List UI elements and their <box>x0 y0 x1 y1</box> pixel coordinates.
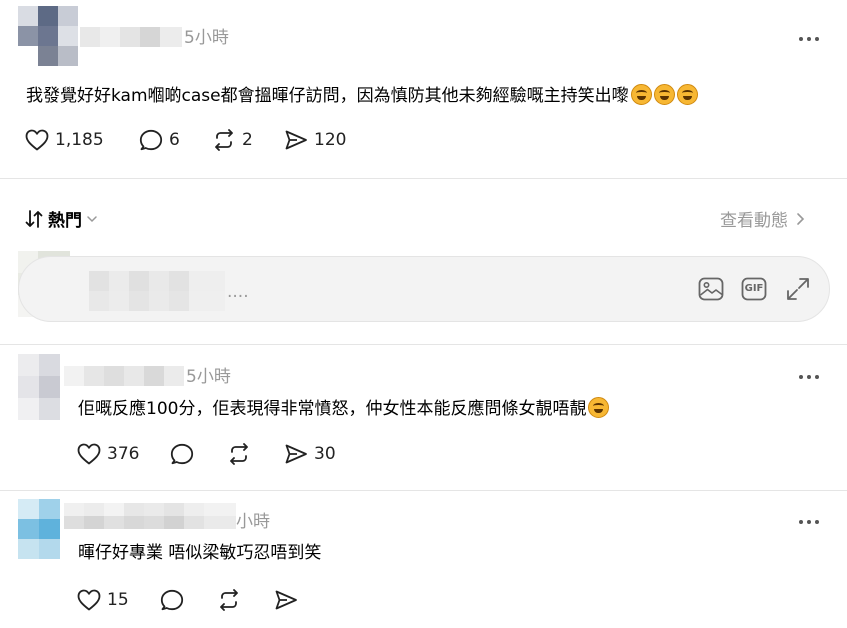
like-count: 1,185 <box>55 130 104 150</box>
share-button[interactable]: 120 <box>284 129 346 151</box>
sort-label: 熱門 <box>48 211 82 231</box>
like-button[interactable]: 376 <box>77 443 139 465</box>
repost-icon <box>220 589 238 611</box>
repost-button[interactable] <box>227 443 251 465</box>
reply-button[interactable] <box>170 443 194 465</box>
share-count: 120 <box>314 130 347 150</box>
sort-icon <box>25 209 43 228</box>
avatar[interactable] <box>18 354 60 420</box>
post-timestamp: 5小時 <box>184 28 229 48</box>
rofl-emoji-icon <box>676 84 698 105</box>
gif-icon[interactable]: GIF <box>741 277 767 301</box>
comment-text: 暉仔好專業 唔似梁敏巧忍唔到笑 <box>78 543 322 563</box>
reply-composer[interactable]: .... GIF <box>18 256 830 322</box>
more-icon[interactable] <box>796 372 822 382</box>
divider <box>0 178 847 179</box>
repost-count: 2 <box>242 130 253 150</box>
composer-username-blurred <box>89 271 225 311</box>
gif-label: GIF <box>744 283 764 294</box>
reply-icon <box>170 443 194 465</box>
expand-icon[interactable] <box>785 277 811 301</box>
comment-timestamp: 小時 <box>236 512 270 532</box>
like-count: 376 <box>107 444 140 464</box>
like-count: 15 <box>107 590 129 610</box>
share-icon <box>285 130 307 150</box>
reply-count: 6 <box>169 130 180 150</box>
share-button[interactable]: 30 <box>284 443 336 465</box>
reply-icon <box>160 589 184 611</box>
reply-button[interactable] <box>160 589 184 611</box>
rofl-emoji-icon <box>630 84 652 105</box>
like-button[interactable]: 1,185 <box>25 129 104 151</box>
chevron-down-icon <box>87 215 97 222</box>
share-icon <box>275 590 297 610</box>
post-text-line: 我發覺好好kam嗰啲case都會搵暉仔訪問，因為慎防其他未夠經驗嘅主持笑出嚟 <box>26 84 698 108</box>
repost-icon <box>215 129 233 151</box>
rofl-emoji-icon <box>588 397 610 418</box>
like-button[interactable]: 15 <box>77 589 129 611</box>
username-blurred[interactable] <box>64 503 236 529</box>
reply-button[interactable]: 6 <box>139 129 180 151</box>
repost-button[interactable] <box>217 589 241 611</box>
repost-button[interactable]: 2 <box>212 129 253 151</box>
divider <box>0 344 847 345</box>
chevron-right-icon <box>797 212 805 225</box>
sort-dropdown[interactable]: 熱門 <box>24 206 98 231</box>
share-icon <box>285 444 307 464</box>
activity-link[interactable]: 查看動態 <box>720 206 806 231</box>
heart-icon <box>77 443 101 465</box>
image-icon[interactable] <box>698 277 724 301</box>
activity-link-label: 查看動態 <box>720 211 788 231</box>
comment-timestamp: 5小時 <box>186 367 231 387</box>
share-count: 30 <box>314 444 336 464</box>
rofl-emoji-icon <box>653 84 675 105</box>
comment-text-line: 暉仔好專業 唔似梁敏巧忍唔到笑 <box>78 541 321 565</box>
composer-placeholder: .... <box>227 282 249 302</box>
avatar[interactable] <box>18 499 60 559</box>
avatar[interactable] <box>18 6 80 66</box>
share-button[interactable] <box>274 589 298 611</box>
divider <box>0 490 847 491</box>
more-icon[interactable] <box>796 517 822 527</box>
comment-text-line: 佢嘅反應100分，佢表現得非常憤怒，仲女性本能反應問條女靚唔靚 <box>78 397 610 421</box>
more-icon[interactable] <box>796 34 822 44</box>
post-text: 我發覺好好kam嗰啲case都會搵暉仔訪問，因為慎防其他未夠經驗嘅主持笑出嚟 <box>26 86 629 106</box>
username-blurred[interactable] <box>80 27 182 47</box>
reply-icon <box>139 129 163 151</box>
comment-text: 佢嘅反應100分，佢表現得非常憤怒，仲女性本能反應問條女靚唔靚 <box>78 399 587 419</box>
repost-icon <box>230 443 248 465</box>
heart-icon <box>25 129 49 151</box>
username-blurred[interactable] <box>64 366 184 386</box>
heart-icon <box>77 589 101 611</box>
